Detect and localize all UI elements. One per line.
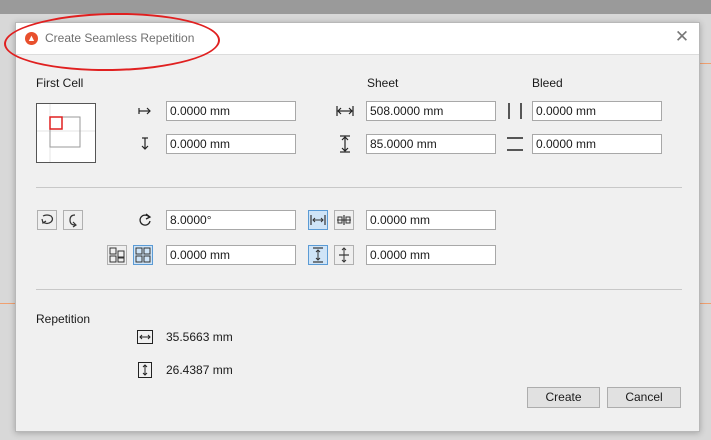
sheet-width-input[interactable] — [366, 101, 496, 121]
h-spacing-gap-button[interactable] — [308, 210, 328, 230]
dialog-title: Create Seamless Repetition — [45, 31, 195, 45]
close-icon[interactable]: ✕ — [673, 28, 691, 46]
horizontal-gap-icon — [310, 215, 326, 225]
first-cell-preview — [36, 103, 96, 163]
width-icon — [336, 102, 354, 120]
arrow-right-icon — [136, 102, 154, 120]
grid-icon — [135, 247, 151, 263]
height-icon — [336, 135, 354, 153]
repetition-height-value: 26.4387 mm — [166, 363, 233, 377]
bleed-heading: Bleed — [532, 76, 563, 90]
first-cell-heading: First Cell — [36, 76, 84, 90]
rotate-down-icon — [69, 214, 77, 228]
cancel-button[interactable]: Cancel — [607, 387, 681, 408]
sheet-height-input[interactable] — [366, 134, 496, 154]
bleed-horizontal-icon — [506, 102, 524, 120]
bleed-horizontal-input[interactable] — [532, 101, 662, 121]
sheet-heading: Sheet — [367, 76, 399, 90]
layout-grid-button[interactable] — [133, 245, 153, 265]
repetition-width-icon — [136, 328, 154, 346]
flip-horizontal-button[interactable] — [37, 210, 57, 230]
bleed-vertical-input[interactable] — [532, 134, 662, 154]
horizontal-overlap-icon — [337, 215, 351, 225]
separator — [36, 187, 682, 188]
create-button[interactable]: Create — [527, 387, 600, 408]
repetition-heading: Repetition — [36, 312, 91, 326]
app-logo-icon: ▲ — [25, 32, 38, 45]
background-guide-line — [0, 303, 16, 304]
first-cell-y-input[interactable] — [166, 134, 296, 154]
grid-offset-icon — [109, 247, 125, 263]
h-spacing-overlap-button[interactable] — [334, 210, 354, 230]
h-spacing-input[interactable] — [366, 210, 496, 230]
v-spacing-gap-button[interactable] — [308, 245, 328, 265]
vertical-overlap-icon — [339, 247, 349, 263]
repetition-height-icon — [136, 361, 154, 379]
layout-stack-button[interactable] — [107, 245, 127, 265]
rotate-icon — [136, 211, 154, 229]
first-cell-diagram — [37, 104, 95, 162]
title-bar: ▲ Create Seamless Repetition ✕ — [16, 23, 699, 55]
v-spacing-input[interactable] — [366, 245, 496, 265]
repetition-width-value: 35.5663 mm — [166, 330, 233, 344]
seamless-repetition-dialog: ▲ Create Seamless Repetition ✕ First Cel… — [3, 11, 700, 432]
flip-vertical-button[interactable] — [63, 210, 83, 230]
v-spacing-overlap-button[interactable] — [334, 245, 354, 265]
rotation-input[interactable] — [166, 210, 296, 230]
bleed-vertical-icon — [506, 135, 524, 153]
vertical-gap-icon — [313, 247, 323, 263]
separator — [36, 289, 682, 290]
first-cell-x-input[interactable] — [166, 101, 296, 121]
background-top-bar — [0, 0, 711, 14]
rotate-left-icon — [41, 214, 54, 225]
arrow-down-icon — [136, 135, 154, 153]
offset-input[interactable] — [166, 245, 296, 265]
